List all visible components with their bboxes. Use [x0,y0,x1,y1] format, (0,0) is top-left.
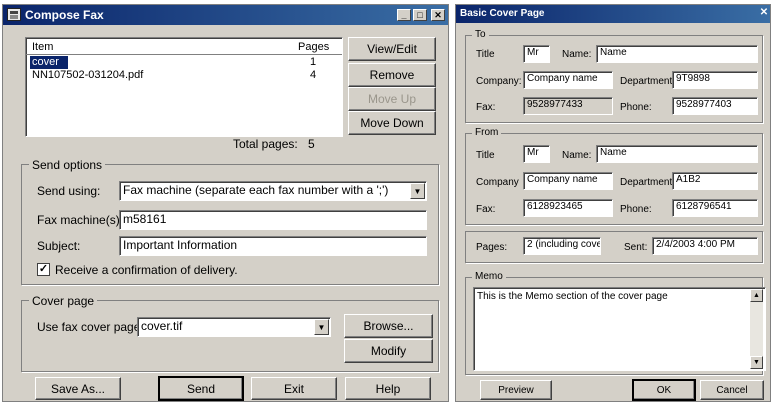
to-phone-input[interactable]: 9528977403 [672,97,758,115]
fax-machines-input[interactable]: m58161 [119,210,427,230]
list-header-divider [26,54,342,55]
cancel-button[interactable]: Cancel [700,380,764,400]
preview-button[interactable]: Preview [480,380,552,400]
remove-button[interactable]: Remove [348,63,436,87]
table-row[interactable]: NN107502-031204.pdf [32,69,143,81]
to-legend: To [472,29,489,40]
modify-button[interactable]: Modify [344,339,433,363]
from-name-input[interactable]: Name [596,145,758,163]
from-phone-label: Phone: [620,204,652,215]
total-pages-value: 5 [308,137,315,151]
from-fax-input[interactable]: 6128923465 [523,199,613,217]
move-down-button[interactable]: Move Down [348,111,436,135]
send-options-legend: Send options [29,158,106,172]
basic-cover-page-title: Basic Cover Page [460,8,545,19]
to-department-label: Department [620,76,673,87]
to-fax-input[interactable]: 9528977433 [523,97,613,115]
send-using-label: Send using: [37,184,101,198]
to-title-label: Title [476,49,495,60]
from-department-label: Department [620,177,673,188]
compose-fax-titlebar[interactable]: Compose Fax _ □ ✕ [3,5,448,25]
attachment-list[interactable]: Item Pages cover 1 NN107502-031204.pdf 4 [25,37,343,137]
compose-fax-window: Compose Fax _ □ ✕ Item Pages cover 1 NN1… [2,4,449,402]
from-legend: From [472,127,502,138]
cover-page-dropdown[interactable]: cover.tif [137,317,331,337]
basic-cover-page-window: Basic Cover Page ✕ To Title Mr Name: Nam… [455,4,771,402]
sent-input[interactable]: 2/4/2003 4:00 PM [652,237,758,255]
to-company-input[interactable]: Company name [523,71,613,89]
help-button[interactable]: Help [345,377,431,400]
chevron-down-icon[interactable]: ▼ [314,319,329,335]
send-using-value: Fax machine (separate each fax number wi… [123,183,389,197]
memo-legend: Memo [472,271,506,282]
to-department-input[interactable]: 9T9898 [672,71,758,89]
to-name-label: Name: [562,49,592,60]
list-header-item: Item [32,41,54,53]
pages-input[interactable]: 2 (including cover) [523,237,601,255]
subject-label: Subject: [37,239,81,253]
use-cover-label: Use fax cover page: [37,320,144,334]
from-name-label: Name: [562,150,592,161]
memo-textarea[interactable]: This is the Memo section of the cover pa… [473,287,766,371]
from-title-input[interactable]: Mr [523,145,550,163]
from-company-input[interactable]: Company name [523,172,613,190]
to-name-input[interactable]: Name [596,45,758,63]
send-using-dropdown[interactable]: Fax machine (separate each fax number wi… [119,181,427,201]
to-phone-label: Phone: [620,102,652,113]
pages-label: Pages: [476,242,508,253]
close-icon[interactable]: ✕ [758,7,770,19]
scroll-up-icon[interactable]: ▲ [750,289,763,302]
to-title-input[interactable]: Mr [523,45,550,63]
ok-button[interactable]: OK [632,379,696,401]
total-pages-label: Total pages: [233,137,298,151]
basic-cover-page-titlebar[interactable]: Basic Cover Page ✕ [456,5,770,23]
to-fax-label: Fax: [476,102,496,113]
from-title-label: Title [476,150,495,161]
close-icon[interactable]: ✕ [431,9,445,21]
view-edit-button[interactable]: View/Edit [348,37,436,61]
to-company-label: Company: [476,76,522,87]
cover-page-legend: Cover page [29,294,98,308]
browse-button[interactable]: Browse... [344,314,433,338]
fax-app-icon [7,8,21,21]
from-phone-input[interactable]: 6128796541 [672,199,758,217]
scroll-down-icon[interactable]: ▼ [750,356,763,369]
memo-scrollbar[interactable]: ▲ ▼ [750,289,763,369]
list-header-pages: Pages [298,41,330,53]
minimize-icon[interactable]: _ [397,9,411,21]
compose-fax-title: Compose Fax [25,8,104,22]
from-department-input[interactable]: A1B2 [672,172,758,190]
send-button[interactable]: Send [158,376,244,401]
subject-input[interactable]: Important Information [119,236,427,256]
cover-page-value: cover.tif [141,319,183,333]
confirmation-checkbox[interactable]: ✓ [37,263,50,276]
table-row[interactable]: cover [32,56,59,68]
confirmation-label: Receive a confirmation of delivery. [55,263,238,277]
from-fax-label: Fax: [476,204,496,215]
memo-text: This is the Memo section of the cover pa… [477,291,668,302]
from-company-label: Company [476,177,519,188]
sent-label: Sent: [624,242,648,253]
maximize-icon[interactable]: □ [413,9,427,21]
chevron-down-icon[interactable]: ▼ [410,183,425,199]
table-row-pages: 4 [310,69,317,81]
exit-button[interactable]: Exit [251,377,337,400]
save-as-button[interactable]: Save As... [35,377,121,400]
table-row-pages: 1 [310,56,317,68]
fax-machines-label: Fax machine(s): [37,213,124,227]
move-up-button[interactable]: Move Up [348,87,436,111]
